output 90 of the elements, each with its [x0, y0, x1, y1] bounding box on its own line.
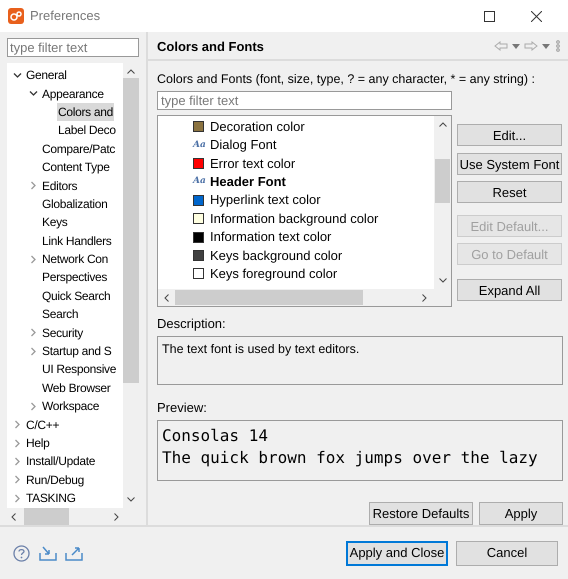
scroll-down-icon[interactable]	[127, 497, 135, 502]
scroll-left-icon[interactable]	[11, 512, 16, 520]
scrollbar-thumb[interactable]	[24, 508, 69, 525]
color-name[interactable]: Error text color	[210, 154, 296, 174]
description-text: The text font is used by text editors.	[162, 342, 360, 356]
back-icon[interactable]	[494, 41, 508, 52]
scrollbar-thumb[interactable]	[123, 78, 139, 383]
font-icon: Aa	[193, 177, 204, 186]
tree-item[interactable]: Search	[41, 305, 80, 324]
tree-item[interactable]: Label Deco	[57, 121, 117, 140]
preview-text: Consolas 14	[162, 424, 269, 447]
tree-item[interactable]: Appearance	[41, 84, 105, 103]
window-title: Preferences	[30, 7, 100, 26]
tree-item[interactable]: Web Browser	[41, 378, 112, 397]
scroll-right-icon[interactable]	[422, 294, 427, 302]
tree-item[interactable]: UI Responsive	[41, 360, 118, 378]
apply-button[interactable]: Apply	[479, 502, 563, 525]
collapsed-icon[interactable]	[12, 456, 22, 466]
side-button[interactable]: Use System Font	[457, 153, 562, 176]
tree-item[interactable]: General	[25, 66, 68, 84]
menu-icon[interactable]	[556, 40, 560, 52]
color-name[interactable]: Keys background color	[210, 246, 342, 266]
help-icon[interactable]	[13, 544, 30, 562]
scroll-left-icon[interactable]	[164, 294, 169, 302]
tree-item[interactable]: Link Handlers	[41, 232, 112, 250]
tree-item[interactable]: C/C++	[25, 416, 60, 434]
font-name[interactable]: Header Font	[210, 172, 286, 192]
font-icon: Aa	[193, 140, 204, 150]
scroll-right-icon[interactable]	[114, 512, 119, 520]
tree-item[interactable]: Compare/Patc	[41, 140, 116, 158]
collapsed-icon[interactable]	[28, 346, 38, 356]
dropdown-icon[interactable]	[512, 44, 520, 49]
expanded-icon[interactable]	[28, 89, 38, 98]
dropdown-icon[interactable]	[542, 44, 550, 49]
color-name[interactable]: Keys foreground color	[210, 264, 338, 284]
tree-item[interactable]: Content Type	[41, 158, 111, 176]
scrollbar[interactable]	[434, 116, 451, 290]
font-name[interactable]: Dialog Font	[210, 135, 276, 155]
tree-item[interactable]: Perspectives	[41, 268, 108, 286]
collapsed-icon[interactable]	[28, 254, 38, 264]
import-icon[interactable]	[39, 545, 57, 561]
scrollbar[interactable]	[158, 289, 451, 306]
side-button[interactable]: Expand All	[457, 279, 562, 302]
scroll-down-icon[interactable]	[438, 278, 446, 284]
tree-item[interactable]: Security	[41, 324, 84, 342]
collapsed-icon[interactable]	[12, 438, 22, 448]
app-icon	[8, 8, 24, 24]
export-icon[interactable]	[65, 545, 83, 561]
filter-field[interactable]: type filter text	[7, 38, 139, 57]
dialog-button[interactable]: Cancel	[456, 540, 558, 566]
collapsed-icon[interactable]	[12, 420, 22, 430]
scroll-up-icon[interactable]	[438, 122, 446, 128]
side-button[interactable]: Edit...	[457, 124, 562, 146]
side-button[interactable]: Reset	[457, 181, 562, 204]
tree-item[interactable]: Globalization	[41, 194, 108, 213]
close-icon[interactable]	[531, 10, 542, 22]
collapsed-icon[interactable]	[28, 328, 38, 338]
preview-label: Preview:	[157, 399, 208, 418]
tree-item[interactable]: Help	[25, 434, 50, 452]
color-name[interactable]: Information background color	[210, 208, 378, 228]
collapsed-icon[interactable]	[12, 475, 22, 484]
collapsed-icon[interactable]	[12, 494, 22, 503]
color-name[interactable]: Information text color	[210, 227, 332, 247]
collapsed-icon[interactable]	[28, 181, 38, 190]
scroll-up-icon[interactable]	[127, 69, 135, 74]
restore-defaults-button[interactable]: Restore Defaults	[369, 502, 473, 525]
tree-item[interactable]: Keys	[41, 213, 68, 232]
collapsed-icon[interactable]	[28, 402, 38, 411]
forward-icon[interactable]	[524, 41, 538, 52]
tree-item[interactable]: Workspace	[41, 397, 100, 416]
preview-text: The quick brown fox jumps over the lazy	[162, 446, 539, 469]
tree-item[interactable]: Network Con	[41, 250, 110, 268]
tree-item[interactable]: TASKING	[25, 489, 77, 508]
filter-label: Colors and Fonts (font, size, type, ? = any character, * = any string) :	[157, 70, 536, 88]
dialog-button[interactable]: Apply and Close	[346, 540, 448, 566]
maximize-icon[interactable]	[484, 10, 495, 22]
tree-item[interactable]: Run/Debug	[25, 470, 86, 489]
scrollbar-thumb[interactable]	[435, 159, 450, 204]
tree-item[interactable]: Install/Update	[25, 452, 96, 470]
tree-item[interactable]: Quick Search	[41, 286, 112, 305]
tree-item[interactable]: Startup and S	[41, 342, 112, 360]
page-title: Colors and Fonts	[157, 38, 264, 56]
scrollbar-thumb[interactable]	[175, 290, 363, 306]
tree-item[interactable]: Editors	[41, 176, 78, 195]
description-label: Description:	[157, 315, 227, 334]
color-name[interactable]: Hyperlink text color	[210, 190, 321, 210]
filter-field[interactable]: type filter text	[157, 91, 452, 110]
expanded-icon[interactable]	[12, 70, 22, 80]
tree-item[interactable]: Colors and	[57, 102, 114, 121]
color-name[interactable]: Decoration color	[210, 116, 305, 136]
